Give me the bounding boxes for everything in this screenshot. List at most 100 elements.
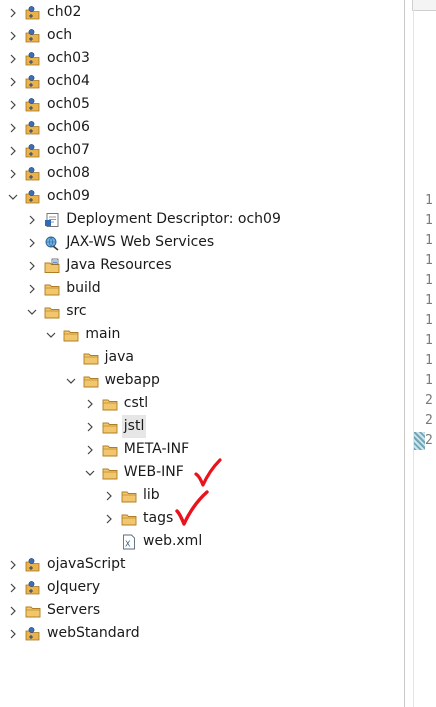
tree-item[interactable]: och07 (0, 139, 404, 162)
project-icon (25, 5, 41, 21)
tree-item[interactable]: main (0, 323, 404, 346)
tree-item-label: och (47, 27, 73, 43)
web-services-icon (44, 235, 60, 251)
line-number: 1 (425, 213, 433, 228)
chevron-down-icon[interactable] (65, 369, 77, 392)
tree-item[interactable]: och04 (0, 70, 404, 93)
chevron-down-icon[interactable] (7, 185, 19, 208)
tree-item[interactable]: ch02 (0, 1, 404, 24)
chevron-down-icon[interactable] (26, 300, 38, 323)
chevron-right-icon[interactable] (7, 116, 19, 139)
tree-item[interactable]: java (0, 346, 404, 369)
tree-item-label: jstl (121, 415, 147, 438)
chevron-right-icon[interactable] (103, 484, 115, 507)
tree-item[interactable]: JAX-WS Web Services (0, 231, 404, 254)
tree-item[interactable]: och08 (0, 162, 404, 185)
folder-icon (83, 350, 99, 366)
tree-item-label: webapp (104, 372, 160, 388)
tree-item[interactable]: Java Resources (0, 254, 404, 277)
tree-item-label: och05 (47, 96, 90, 112)
project-icon (25, 120, 41, 136)
tree-item-label: och03 (47, 50, 90, 66)
line-number: 1 (425, 233, 433, 248)
chevron-right-icon[interactable] (26, 208, 38, 231)
line-number: 2 (425, 433, 433, 448)
tree-item-label: Java Resources (66, 257, 172, 273)
tree-item-label: build (66, 280, 101, 296)
line-number: 1 (425, 293, 433, 308)
chevron-right-icon[interactable] (26, 277, 38, 300)
tree-item[interactable]: cstl (0, 392, 404, 415)
tree-item-label: och08 (47, 165, 90, 181)
tree-item-label: och07 (47, 142, 90, 158)
tree-item-label: cstl (123, 395, 149, 411)
project-icon (25, 580, 41, 596)
tree-item-label: web.xml (143, 533, 203, 549)
tree-item-label: och09 (47, 188, 90, 204)
tree-item-label: lib (143, 487, 160, 503)
tree-item[interactable]: och05 (0, 93, 404, 116)
tree-item[interactable]: src (0, 300, 404, 323)
chevron-down-icon[interactable] (84, 461, 96, 484)
chevron-right-icon[interactable] (7, 70, 19, 93)
chevron-right-icon[interactable] (7, 162, 19, 185)
chevron-right-icon[interactable] (7, 1, 19, 24)
tree-item-label: src (66, 303, 87, 319)
tree-item-label: WEB-INF (123, 464, 184, 480)
folder-icon (83, 373, 99, 389)
project-icon (25, 97, 41, 113)
overview-marker[interactable] (414, 432, 425, 450)
project-icon (25, 143, 41, 159)
tree-item[interactable]: Xweb.xml (0, 530, 404, 553)
chevron-right-icon[interactable] (84, 415, 96, 438)
chevron-right-icon[interactable] (7, 622, 19, 645)
chevron-right-icon[interactable] (7, 553, 19, 576)
chevron-right-icon[interactable] (26, 254, 38, 277)
project-icon (25, 28, 41, 44)
project-icon (25, 626, 41, 642)
tree-item-label: ojavaScript (47, 556, 126, 572)
chevron-right-icon[interactable] (103, 507, 115, 530)
chevron-right-icon[interactable] (7, 24, 19, 47)
chevron-right-icon[interactable] (7, 47, 19, 70)
tree-item-label: Servers (47, 602, 101, 618)
xml-file-icon: X (121, 534, 137, 550)
editor-ruler-line (413, 10, 414, 707)
tree-item[interactable]: och06 (0, 116, 404, 139)
folder-icon (44, 281, 60, 297)
chevron-right-icon[interactable] (26, 231, 38, 254)
line-number: 1 (425, 313, 433, 328)
tree-item[interactable]: och03 (0, 47, 404, 70)
tree-item[interactable]: och (0, 24, 404, 47)
folder-icon (102, 396, 118, 412)
tree-item-label: oJquery (47, 579, 101, 595)
tree-item[interactable]: och09 (0, 185, 404, 208)
java-resources-icon (44, 258, 60, 274)
tree-item[interactable]: webStandard (0, 622, 404, 645)
tree-item[interactable]: Servers (0, 599, 404, 622)
project-icon (25, 189, 41, 205)
tree-item[interactable]: webapp (0, 369, 404, 392)
chevron-right-icon[interactable] (7, 139, 19, 162)
tree-item[interactable]: oJquery (0, 576, 404, 599)
tree-item[interactable]: ojavaScript (0, 553, 404, 576)
tree-item-label: main (85, 326, 121, 342)
chevron-right-icon[interactable] (7, 599, 19, 622)
svg-text:X: X (125, 540, 131, 549)
line-number: 2 (425, 393, 433, 408)
tree-item[interactable]: jstl (0, 415, 404, 438)
tree-item[interactable]: Deployment Descriptor: och09 (0, 208, 404, 231)
chevron-right-icon[interactable] (84, 438, 96, 461)
line-number: 1 (425, 193, 433, 208)
chevron-down-icon[interactable] (45, 323, 57, 346)
chevron-right-icon[interactable] (7, 576, 19, 599)
tree-item-label: JAX-WS Web Services (66, 234, 215, 250)
project-icon (25, 166, 41, 182)
tree-item-label: och06 (47, 119, 90, 135)
chevron-right-icon[interactable] (84, 392, 96, 415)
tree-item-label: Deployment Descriptor: och09 (66, 211, 281, 227)
project-explorer-tree: ch02 och och03 och04 och05 och06 och07 och08 och… (0, 0, 404, 707)
chevron-right-icon[interactable] (7, 93, 19, 116)
tree-item[interactable]: build (0, 277, 404, 300)
tree-item-label: META-INF (123, 441, 190, 457)
